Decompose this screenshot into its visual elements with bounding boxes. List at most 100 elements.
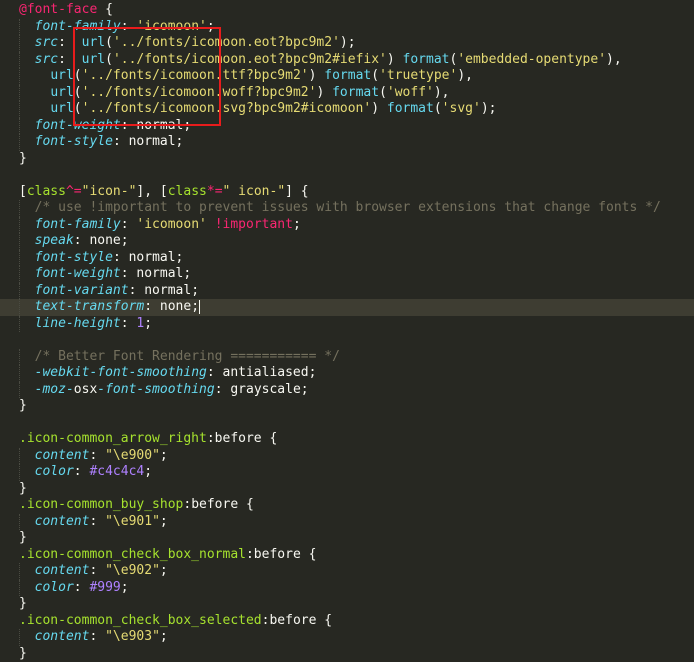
code-line[interactable] [0,332,694,349]
token: 'svg' [442,101,481,116]
code-text: } [19,646,27,662]
code-line[interactable]: @font-face { [0,2,694,19]
token: : [74,580,90,595]
code-line[interactable]: content: "\e902"; [0,563,694,580]
code-line[interactable]: src: url('../fonts/icomoon.eot?bpc9m2#ie… [0,52,694,69]
code-text: url('../fonts/icomoon.ttf?bpc9m2') forma… [19,68,473,85]
code-line[interactable]: .icon-common_check_box_normal:before { [0,547,694,564]
code-editor[interactable]: @font-face { font-family: 'icomoon'; src… [0,0,694,652]
code-text: .icon-common_buy_shop:before { [19,497,254,514]
code-text: font-weight: normal; [19,266,191,283]
token: } [19,151,27,166]
token: ) [371,101,387,116]
code-line[interactable]: font-style: normal; [0,134,694,151]
code-text: } [19,596,27,613]
token: ; [160,629,168,644]
token: :before { [246,547,316,562]
code-line[interactable]: .icon-common_check_box_selected:before { [0,613,694,630]
token: ( [379,85,387,100]
code-line[interactable]: font-weight: normal; [0,118,694,135]
token [19,52,35,67]
token: : antialiased; [207,365,317,380]
code-text: } [19,398,27,415]
token: ( [105,52,113,67]
code-line[interactable]: } [0,596,694,613]
code-line[interactable]: } [0,398,694,415]
token: content [35,629,90,644]
code-line[interactable]: -webkit-font-smoothing: antialiased; [0,365,694,382]
token: :before { [262,613,332,628]
code-line[interactable]: font-family: 'icomoon'; [0,19,694,36]
token: ( [74,68,82,83]
code-line[interactable]: } [0,481,694,498]
token: format [387,101,434,116]
token: 'icomoon' [136,217,206,232]
code-line[interactable]: speak: none; [0,233,694,250]
code-line[interactable]: content: "\e900"; [0,448,694,465]
code-line[interactable]: .icon-common_arrow_right:before { [0,431,694,448]
token: url [82,52,105,67]
code-line[interactable]: /* Better Font Rendering =========== */ [0,349,694,366]
token: line-height [35,316,121,331]
code-line[interactable]: font-style: normal; [0,250,694,267]
code-line[interactable]: url('../fonts/icomoon.ttf?bpc9m2') forma… [0,68,694,85]
token: !important [215,217,293,232]
code-line[interactable]: } [0,151,694,168]
code-line[interactable]: font-weight: normal; [0,266,694,283]
token: ; [160,448,168,463]
code-line[interactable]: url('../fonts/icomoon.woff?bpc9m2') form… [0,85,694,102]
code-line[interactable]: /* use !important to prevent issues with… [0,200,694,217]
token [207,217,215,232]
token: ] { [285,184,308,199]
token: " icon-" [223,184,286,199]
code-text: } [19,481,27,498]
token: ; [160,563,168,578]
token: ( [74,101,82,116]
token: class [168,184,207,199]
code-line[interactable]: } [0,646,694,662]
token: ) [387,52,403,67]
code-line[interactable]: text-transform: none; [0,299,694,316]
token [19,266,35,281]
token: url [50,101,73,116]
code-line[interactable]: url('../fonts/icomoon.svg?bpc9m2#icomoon… [0,101,694,118]
token: font-weight [35,118,121,133]
code-text: line-height: 1; [19,316,152,333]
code-line[interactable] [0,415,694,432]
code-text: src: url('../fonts/icomoon.eot?bpc9m2#ie… [19,52,622,69]
code-line[interactable]: color: #999; [0,580,694,597]
code-line[interactable]: .icon-common_buy_shop:before { [0,497,694,514]
code-line[interactable]: font-family: 'icomoon' !important; [0,217,694,234]
code-line[interactable]: src: url('../fonts/icomoon.eot?bpc9m2'); [0,35,694,52]
token [19,283,35,298]
code-text: font-weight: normal; [19,118,191,135]
token: : grayscale; [215,382,309,397]
code-text: content: "\e903"; [19,629,168,646]
code-line[interactable]: } [0,530,694,547]
token: speak [35,233,74,248]
token: osx [74,382,97,397]
code-text: /* Better Font Rendering =========== */ [19,349,340,366]
token: { [97,2,113,17]
code-line[interactable]: content: "\e901"; [0,514,694,531]
code-line[interactable]: -moz-osx-font-smoothing: grayscale; [0,382,694,399]
token: font-variant [35,283,129,298]
code-line[interactable]: color: #c4c4c4; [0,464,694,481]
code-text: color: #c4c4c4; [19,464,152,481]
token [19,563,35,578]
code-line[interactable]: font-variant: normal; [0,283,694,300]
token: ), [434,85,450,100]
code-text: content: "\e901"; [19,514,168,531]
token: src [35,52,58,67]
token: ; [121,580,129,595]
code-line[interactable]: content: "\e903"; [0,629,694,646]
code-text: content: "\e900"; [19,448,168,465]
token: "\e901" [105,514,160,529]
code-line[interactable] [0,167,694,184]
code-line[interactable]: [class^="icon-"], [class*=" icon-"] { [0,184,694,201]
token: : [89,448,105,463]
token: format [324,68,371,83]
code-line[interactable]: line-height: 1; [0,316,694,333]
token [19,85,50,100]
token: font-style [35,250,113,265]
